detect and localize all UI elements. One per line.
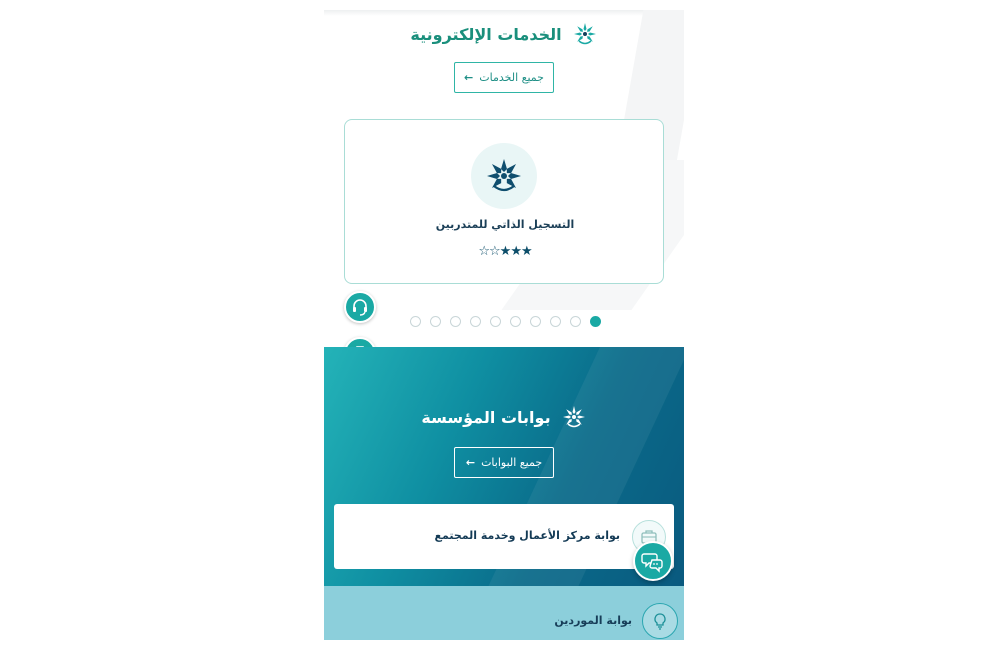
support-button[interactable] bbox=[344, 291, 376, 323]
carousel-dot[interactable] bbox=[490, 316, 501, 327]
all-portals-button[interactable]: جميع البوابات ← bbox=[454, 447, 554, 478]
service-icon-circle bbox=[471, 143, 537, 209]
portal-icon-circle bbox=[642, 603, 678, 639]
carousel-dot[interactable] bbox=[550, 316, 561, 327]
tvtc-emblem-icon bbox=[487, 159, 521, 192]
portals-header: بوابات المؤسسة bbox=[324, 403, 684, 431]
headset-icon bbox=[353, 299, 367, 316]
carousel-dot[interactable] bbox=[410, 316, 421, 327]
arrow-left-icon: ← bbox=[464, 71, 474, 84]
portal-card-business-center[interactable]: بوابة مركز الأعمال وخدمة المجتمع bbox=[334, 504, 674, 569]
carousel-dot[interactable] bbox=[430, 316, 441, 327]
tvtc-logo-icon bbox=[573, 23, 596, 45]
chat-icon bbox=[641, 553, 663, 573]
carousel-dot[interactable] bbox=[530, 316, 541, 327]
carousel-dot[interactable] bbox=[510, 316, 521, 327]
portals-title: بوابات المؤسسة bbox=[421, 407, 551, 427]
live-chat-button[interactable] bbox=[633, 541, 673, 581]
carousel-dot[interactable] bbox=[470, 316, 481, 327]
arrow-left-icon: ← bbox=[465, 456, 476, 469]
mobile-page: الخدمات الإلكترونية جميع الخدمات ← التسج… bbox=[324, 10, 684, 640]
rating-stars: ★★★☆☆ bbox=[478, 244, 532, 259]
carousel-dot[interactable] bbox=[570, 316, 581, 327]
all-portals-label: جميع البوابات bbox=[481, 456, 543, 469]
portal-card-title: بوابة مركز الأعمال وخدمة المجتمع bbox=[434, 529, 620, 542]
top-shadow bbox=[324, 10, 684, 16]
carousel-dots bbox=[410, 316, 601, 327]
carousel-dot[interactable] bbox=[450, 316, 461, 327]
eservices-title: الخدمات الإلكترونية bbox=[410, 24, 562, 44]
service-card[interactable]: التسجيل الذاتي للمتدربين ★★★☆☆ bbox=[344, 119, 664, 284]
portal-card-title: بوابة الموردين bbox=[554, 614, 632, 627]
eservices-header: الخدمات الإلكترونية bbox=[324, 20, 684, 48]
all-services-label: جميع الخدمات bbox=[479, 71, 544, 84]
carousel-dot[interactable] bbox=[590, 316, 601, 327]
service-card-title: التسجيل الذاتي للمتدربين bbox=[435, 218, 575, 231]
portals-section: بوابات المؤسسة جميع البوابات ← بوابة مرك… bbox=[324, 347, 684, 586]
all-services-button[interactable]: جميع الخدمات ← bbox=[454, 62, 554, 93]
tvtc-logo-icon bbox=[562, 406, 585, 428]
portal-card-suppliers[interactable]: بوابة الموردين bbox=[324, 586, 684, 640]
lightbulb-icon bbox=[654, 613, 666, 630]
